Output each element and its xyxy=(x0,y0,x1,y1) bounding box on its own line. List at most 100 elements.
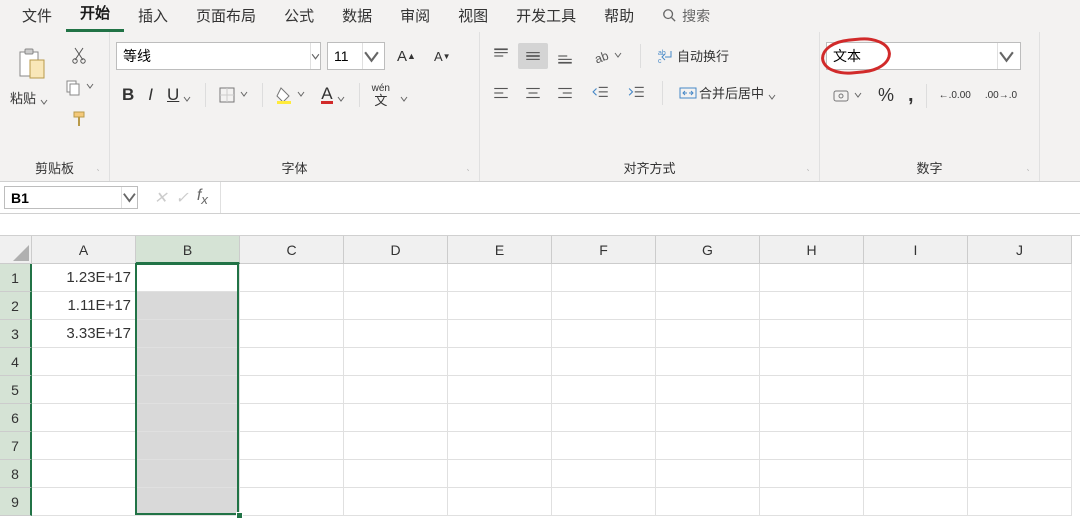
name-box-input[interactable] xyxy=(5,190,121,206)
cell[interactable] xyxy=(968,264,1072,292)
menu-data[interactable]: 数据 xyxy=(328,0,386,32)
cell[interactable] xyxy=(240,376,344,404)
shrink-font-button[interactable]: A▼ xyxy=(428,45,457,68)
cell[interactable] xyxy=(656,404,760,432)
cell[interactable] xyxy=(344,264,448,292)
column-header[interactable]: B xyxy=(136,236,240,264)
cell[interactable] xyxy=(656,376,760,404)
cell[interactable] xyxy=(136,348,240,376)
font-color-button[interactable]: A xyxy=(315,83,352,108)
cell[interactable] xyxy=(864,320,968,348)
cell[interactable] xyxy=(968,460,1072,488)
cell[interactable] xyxy=(864,432,968,460)
cell[interactable] xyxy=(864,488,968,516)
cell[interactable] xyxy=(344,460,448,488)
cell[interactable] xyxy=(344,320,448,348)
cell[interactable] xyxy=(552,292,656,320)
formula-bar[interactable] xyxy=(220,182,1080,213)
cell[interactable] xyxy=(968,376,1072,404)
cell[interactable] xyxy=(864,376,968,404)
cell[interactable] xyxy=(448,264,552,292)
clipboard-launcher[interactable] xyxy=(91,163,105,177)
cell[interactable] xyxy=(760,376,864,404)
cell[interactable] xyxy=(32,460,136,488)
cell[interactable] xyxy=(448,376,552,404)
comma-style-button[interactable]: , xyxy=(902,80,920,111)
cell[interactable] xyxy=(32,376,136,404)
cell[interactable] xyxy=(864,348,968,376)
cell[interactable] xyxy=(760,432,864,460)
paste-dropdown-icon[interactable] xyxy=(40,93,50,103)
wrap-text-button[interactable]: abc 自动换行 xyxy=(651,42,735,69)
cell[interactable] xyxy=(656,432,760,460)
select-all-corner[interactable] xyxy=(0,236,32,264)
font-family-input[interactable] xyxy=(117,43,310,69)
cell[interactable] xyxy=(552,488,656,516)
cell[interactable] xyxy=(552,404,656,432)
decrease-decimal-button[interactable]: .00→.0 xyxy=(979,87,1023,104)
chevron-down-icon[interactable] xyxy=(400,90,410,100)
cell[interactable] xyxy=(448,292,552,320)
cell[interactable] xyxy=(968,320,1072,348)
paste-button[interactable] xyxy=(6,42,54,86)
column-header[interactable]: A xyxy=(32,236,136,264)
cell[interactable] xyxy=(240,488,344,516)
align-bottom-button[interactable] xyxy=(550,43,580,69)
chevron-down-icon[interactable] xyxy=(997,43,1015,69)
cell[interactable] xyxy=(552,348,656,376)
cell[interactable] xyxy=(32,488,136,516)
cell[interactable] xyxy=(552,432,656,460)
cell[interactable] xyxy=(448,320,552,348)
align-right-button[interactable] xyxy=(550,80,580,106)
cell[interactable] xyxy=(968,488,1072,516)
insert-function-button[interactable]: fx xyxy=(197,187,208,207)
cell[interactable] xyxy=(240,320,344,348)
menu-page-layout[interactable]: 页面布局 xyxy=(182,0,270,32)
format-painter-button[interactable] xyxy=(58,106,102,132)
cell[interactable] xyxy=(344,488,448,516)
cell[interactable] xyxy=(656,348,760,376)
font-family-combo[interactable] xyxy=(116,42,321,70)
cell[interactable]: 1.11E+17 xyxy=(32,292,136,320)
underline-button[interactable]: U xyxy=(161,81,199,109)
cell[interactable] xyxy=(968,432,1072,460)
number-launcher[interactable] xyxy=(1021,163,1035,177)
chevron-down-icon[interactable] xyxy=(310,43,320,69)
cell[interactable] xyxy=(448,432,552,460)
row-header[interactable]: 1 xyxy=(0,264,32,292)
menu-home[interactable]: 开始 xyxy=(66,0,124,32)
menu-insert[interactable]: 插入 xyxy=(124,0,182,32)
cell[interactable] xyxy=(136,488,240,516)
cell[interactable] xyxy=(32,348,136,376)
align-top-button[interactable] xyxy=(486,43,516,69)
cell[interactable] xyxy=(344,292,448,320)
cell[interactable]: 3.33E+17 xyxy=(32,320,136,348)
grow-font-button[interactable]: A▲ xyxy=(391,44,422,69)
font-launcher[interactable] xyxy=(461,163,475,177)
font-size-combo[interactable] xyxy=(327,42,385,70)
decrease-indent-button[interactable] xyxy=(586,80,616,106)
cell[interactable] xyxy=(448,348,552,376)
cell[interactable] xyxy=(864,292,968,320)
cell[interactable] xyxy=(864,264,968,292)
cell[interactable] xyxy=(968,348,1072,376)
cell[interactable] xyxy=(864,404,968,432)
menu-help[interactable]: 帮助 xyxy=(590,0,648,32)
column-header[interactable]: I xyxy=(864,236,968,264)
cell[interactable] xyxy=(552,264,656,292)
cell[interactable] xyxy=(136,460,240,488)
row-header[interactable]: 6 xyxy=(0,404,32,432)
cell[interactable] xyxy=(344,432,448,460)
column-header[interactable]: G xyxy=(656,236,760,264)
cell[interactable] xyxy=(656,264,760,292)
cell[interactable] xyxy=(240,264,344,292)
italic-button[interactable]: I xyxy=(142,81,159,109)
cut-button[interactable] xyxy=(58,42,102,68)
borders-button[interactable] xyxy=(212,82,256,108)
cell[interactable] xyxy=(136,320,240,348)
row-header[interactable]: 2 xyxy=(0,292,32,320)
accept-formula-button[interactable]: ✓ xyxy=(175,188,188,208)
column-header[interactable]: H xyxy=(760,236,864,264)
cell[interactable] xyxy=(760,264,864,292)
menu-file[interactable]: 文件 xyxy=(8,0,66,32)
